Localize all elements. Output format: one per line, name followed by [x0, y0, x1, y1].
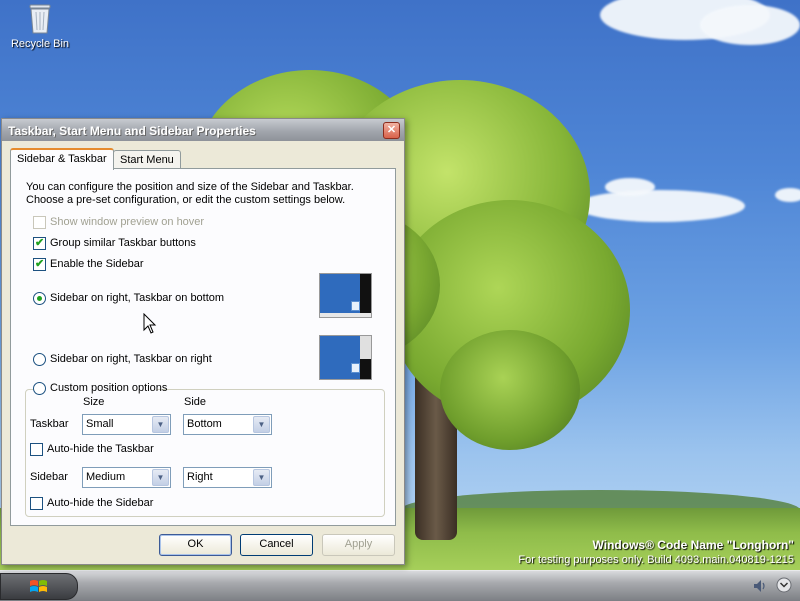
tab-panel: You can configure the position and size …	[10, 168, 396, 526]
chevron-down-icon[interactable]	[776, 577, 792, 593]
recycle-bin-icon	[27, 2, 53, 34]
tab-sidebar-taskbar[interactable]: Sidebar & Taskbar	[10, 148, 114, 170]
sidebar-side-value: Right	[187, 471, 213, 483]
build-watermark-title: Windows® Code Name "Longhorn"	[592, 538, 794, 552]
tab-start-menu[interactable]: Start Menu	[113, 150, 181, 170]
preview-taskbar-right	[319, 335, 372, 380]
custom-options-group: Size Side Taskbar Small ▼ Bottom ▼ Auto-…	[25, 389, 385, 517]
show-preview-label: Show window preview on hover	[50, 216, 205, 228]
sidebar-size-select[interactable]: Medium ▼	[82, 467, 171, 488]
mouse-pointer-icon	[143, 313, 157, 334]
size-header: Size	[83, 396, 105, 408]
chevron-down-icon: ▼	[152, 469, 169, 486]
autohide-sidebar-label: Auto-hide the Sidebar	[47, 497, 154, 509]
radio-label: Sidebar on right, Taskbar on bottom	[50, 292, 225, 304]
taskbar-label: Taskbar	[30, 418, 69, 430]
enable-sidebar-label: Enable the Sidebar	[50, 258, 144, 270]
recycle-bin-icon	[351, 363, 360, 373]
radio-custom-position[interactable]: Custom position options	[33, 382, 167, 396]
windows-logo-icon	[30, 580, 47, 592]
checkmark-icon: ✔	[35, 237, 45, 249]
chevron-down-icon: ▼	[253, 469, 270, 486]
system-tray	[748, 573, 800, 599]
chevron-down-icon: ▼	[253, 416, 270, 433]
close-button[interactable]: ✕	[383, 122, 400, 139]
dialog-titlebar[interactable]: Taskbar, Start Menu and Sidebar Properti…	[2, 119, 404, 141]
group-buttons-label: Group similar Taskbar buttons	[50, 237, 196, 249]
taskbar-side-select[interactable]: Bottom ▼	[183, 414, 272, 435]
preview-taskbar-bottom	[319, 273, 372, 318]
taskbar	[0, 570, 800, 601]
recycle-bin-label: Recycle Bin	[10, 38, 70, 50]
start-button[interactable]	[0, 573, 78, 600]
radio-label: Custom position options	[50, 382, 168, 394]
sidebar-side-select[interactable]: Right ▼	[183, 467, 272, 488]
taskbar-side-value: Bottom	[187, 418, 222, 430]
taskbar-size-value: Small	[86, 418, 114, 430]
sidebar-size-value: Medium	[86, 471, 126, 483]
volume-icon[interactable]	[752, 578, 768, 594]
description-text: You can configure the position and size …	[26, 181, 354, 206]
build-watermark-info: For testing purposes only. Build 4093.ma…	[518, 554, 794, 566]
sidebar-label: Sidebar	[30, 471, 68, 483]
close-icon: ✕	[386, 124, 397, 136]
dialog-title: Taskbar, Start Menu and Sidebar Properti…	[8, 124, 256, 138]
recycle-bin-shortcut[interactable]: Recycle Bin	[8, 2, 72, 50]
cancel-button[interactable]: Cancel	[240, 534, 313, 556]
checkmark-icon: ✔	[35, 258, 45, 270]
taskbar-size-select[interactable]: Small ▼	[82, 414, 171, 435]
chevron-down-icon: ▼	[152, 416, 169, 433]
apply-button[interactable]: Apply	[322, 534, 395, 556]
autohide-taskbar-label: Auto-hide the Taskbar	[47, 443, 154, 455]
radio-label: Sidebar on right, Taskbar on right	[50, 353, 212, 365]
recycle-bin-icon	[351, 301, 360, 311]
side-header: Side	[184, 396, 207, 408]
properties-dialog: Taskbar, Start Menu and Sidebar Properti…	[1, 118, 405, 565]
ok-button[interactable]: OK	[159, 534, 232, 556]
